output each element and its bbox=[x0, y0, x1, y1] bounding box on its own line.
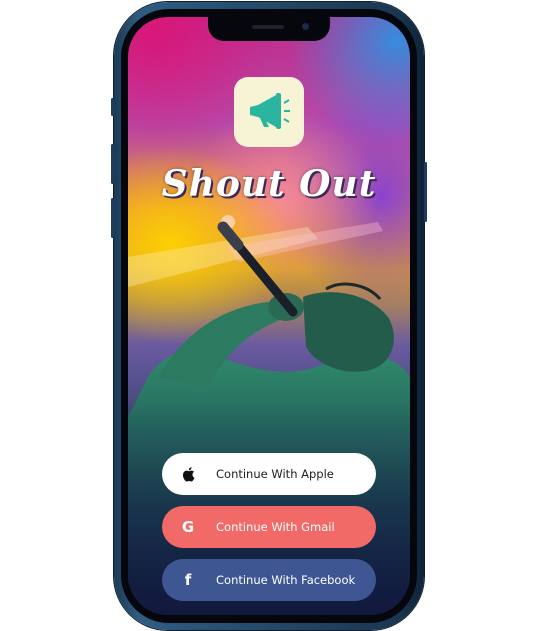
facebook-button-label: Continue With Facebook bbox=[216, 573, 356, 587]
app-logo bbox=[234, 77, 304, 147]
app-title: Shout Out bbox=[161, 163, 377, 205]
power-button bbox=[424, 162, 427, 222]
facebook-icon: f bbox=[184, 571, 192, 589]
continue-with-facebook-button[interactable]: f Continue With Facebook bbox=[162, 559, 376, 601]
silent-switch bbox=[111, 98, 114, 116]
megaphone-icon bbox=[250, 93, 290, 129]
gmail-button-label: Continue With Gmail bbox=[216, 520, 335, 534]
volume-up-button bbox=[111, 144, 114, 184]
front-camera bbox=[302, 23, 309, 30]
apple-button-label: Continue With Apple bbox=[216, 467, 334, 481]
continue-with-gmail-button[interactable]: G Continue With Gmail bbox=[162, 506, 376, 548]
google-icon: G bbox=[181, 518, 195, 536]
apple-icon bbox=[178, 464, 198, 484]
volume-down-button bbox=[111, 198, 114, 238]
speaker-grille bbox=[252, 25, 284, 29]
phone-frame: Shout Out Continue With Apple G Continue… bbox=[111, 2, 427, 630]
notch bbox=[208, 17, 330, 41]
app-screen: Shout Out Continue With Apple G Continue… bbox=[128, 17, 410, 615]
continue-with-apple-button[interactable]: Continue With Apple bbox=[162, 453, 376, 495]
phone-bezel: Shout Out Continue With Apple G Continue… bbox=[121, 9, 417, 623]
